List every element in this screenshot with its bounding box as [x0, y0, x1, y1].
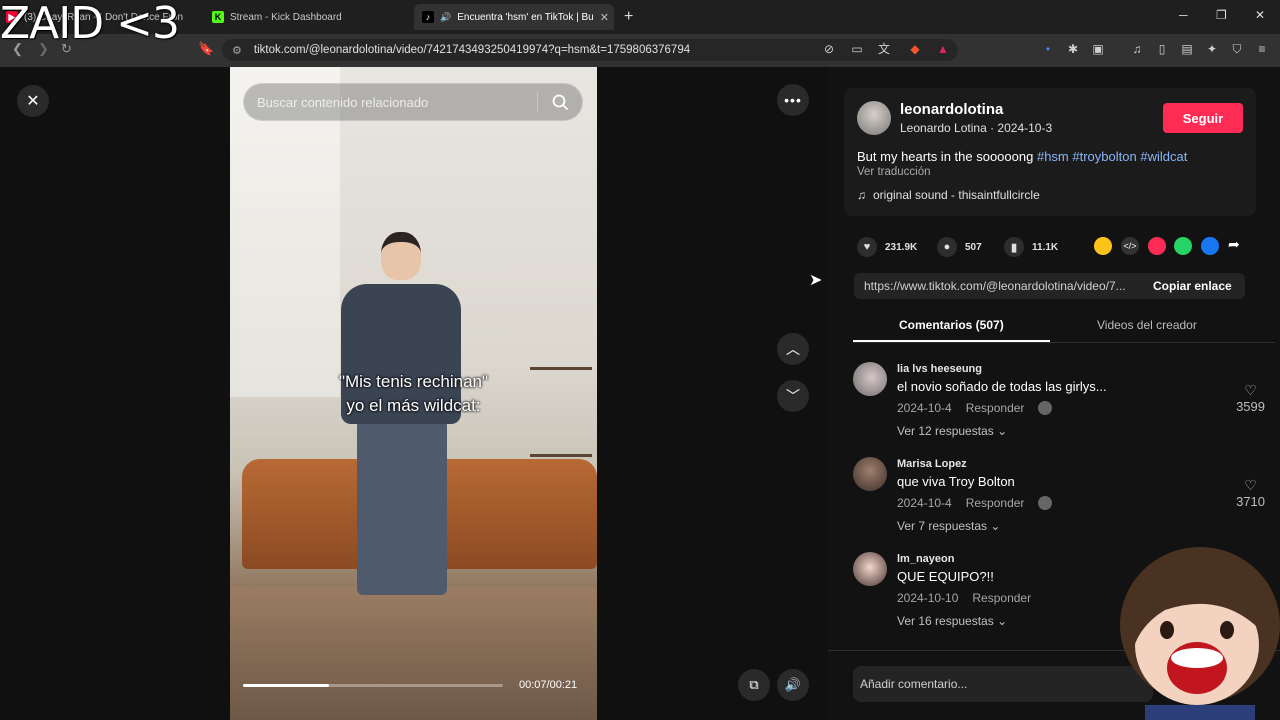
video-player[interactable]: "Mis tenis rechinan" yo el más wildcat: … — [230, 67, 597, 720]
commenter-name[interactable]: lia lvs heeseung — [897, 363, 1217, 375]
translate-icon[interactable]: 文 — [877, 42, 891, 56]
embed-icon[interactable]: </> — [1121, 237, 1139, 255]
brave-rewards-icon[interactable]: ▲ — [936, 42, 950, 56]
share-link-text[interactable]: https://www.tiktok.com/@leonardolotina/v… — [854, 279, 1139, 293]
reply-button[interactable]: Responder — [972, 591, 1031, 605]
comment-stat[interactable]: ● 507 — [937, 237, 982, 257]
pin-icon[interactable]: • — [1041, 42, 1055, 56]
creator-liked-icon — [1038, 496, 1053, 510]
follow-button[interactable]: Seguir — [1163, 103, 1243, 133]
video-progress-bar[interactable] — [243, 684, 503, 687]
creator-liked-icon — [1038, 401, 1053, 415]
post-description: But my hearts in the sooooong #hsm #troy… — [857, 149, 1188, 164]
comment-like[interactable]: ♡ 3710 — [1236, 477, 1265, 509]
video-time: 00:07/00:21 — [519, 679, 578, 691]
reply-button[interactable]: Responder — [966, 401, 1025, 415]
url-field[interactable]: ⚙ tiktok.com/@leonardolotina/video/74217… — [222, 39, 958, 61]
pip-button[interactable]: ⧉ — [738, 669, 770, 701]
hashtag-link[interactable]: #hsm — [1037, 149, 1069, 164]
tab-tiktok[interactable]: ♪ 🔊 Encuentra 'hsm' en TikTok | Bu ✕ — [414, 4, 614, 30]
comment-icon: ● — [937, 237, 957, 257]
heart-outline-icon: ♡ — [1244, 382, 1257, 398]
post-info-card: leonardolotina Leonardo Lotina · 2024-10… — [844, 88, 1256, 216]
video-stage: ✕ "Mis tenis rechinan" yo el más wildcat… — [0, 67, 828, 720]
video-caption: "Mis tenis rechinan" yo el más wildcat: — [338, 372, 489, 415]
more-options-button[interactable]: ••• — [777, 84, 809, 116]
search-icon[interactable] — [552, 94, 569, 111]
next-video-button[interactable]: ﹀ — [777, 380, 809, 412]
commenter-avatar[interactable] — [853, 362, 887, 396]
commenter-avatar[interactable] — [853, 457, 887, 491]
share-arrow-icon[interactable]: ➦ — [1228, 236, 1240, 253]
window-close-icon[interactable]: ✕ — [1255, 8, 1265, 22]
close-video-button[interactable]: ✕ — [17, 85, 49, 117]
brave-shield-icon[interactable]: ◆ — [908, 42, 922, 56]
video-frame-floor — [230, 587, 597, 720]
extensions-icon[interactable]: ✱ — [1066, 42, 1080, 56]
new-tab-button[interactable]: + — [624, 4, 633, 30]
bookmark-icon[interactable]: 🔖 — [198, 41, 214, 57]
hashtag-link[interactable]: #wildcat — [1140, 149, 1187, 164]
reply-button[interactable]: Responder — [966, 496, 1025, 510]
volume-button[interactable]: 🔊 — [777, 669, 809, 701]
address-bar-row: ⚙ tiktok.com/@leonardolotina/video/74217… — [0, 34, 1280, 67]
tab-kick[interactable]: K Stream - Kick Dashboard — [212, 4, 407, 30]
bookmark-icon: ▮ — [1004, 237, 1024, 257]
vpn-icon[interactable]: ⛉ — [1230, 42, 1244, 56]
heart-icon: ♥ — [857, 237, 877, 257]
video-progress-fill — [243, 684, 329, 687]
hashtag-link[interactable]: #troybolton — [1072, 149, 1136, 164]
tab-creator-videos[interactable]: Videos del creador — [1097, 318, 1197, 332]
view-replies-link[interactable]: Ver 12 respuestas ⌄ — [897, 424, 1217, 438]
related-search-input[interactable]: Buscar contenido relacionado — [243, 83, 583, 121]
minimize-icon[interactable]: ─ — [1179, 8, 1188, 22]
music-note-icon: ♫ — [857, 188, 866, 202]
screenshot-icon[interactable]: ▣ — [1091, 42, 1105, 56]
restore-icon[interactable]: ❐ — [1216, 8, 1227, 22]
wallet-icon[interactable]: ▤ — [1180, 42, 1194, 56]
streamer-avatar-mascot — [1120, 547, 1280, 720]
creator-meta: Leonardo Lotina · 2024-10-3 — [900, 121, 1053, 135]
camera-off-icon[interactable]: ⊘ — [822, 42, 836, 56]
cast-icon[interactable]: ▭ — [850, 42, 864, 56]
creator-username[interactable]: leonardolotina — [900, 101, 1003, 118]
leo-ai-icon[interactable]: ✦ — [1205, 42, 1219, 56]
close-tab-icon[interactable]: ✕ — [600, 11, 609, 24]
share-link-row: https://www.tiktok.com/@leonardolotina/v… — [854, 273, 1245, 299]
stream-overlay-text: ZAID <3 — [0, 0, 180, 49]
like-stat[interactable]: ♥ 231.9K — [857, 237, 917, 257]
music-icon[interactable]: ♫ — [1130, 42, 1144, 56]
translate-link[interactable]: Ver traducción — [857, 166, 931, 178]
sidebar-icon[interactable]: ▯ — [1155, 42, 1169, 56]
tab-comments[interactable]: Comentarios (507) — [899, 318, 1004, 332]
kick-icon: K — [212, 11, 224, 23]
share-friends-icon[interactable] — [1094, 237, 1112, 255]
whatsapp-icon[interactable] — [1174, 237, 1192, 255]
sound-link[interactable]: ♫ original sound - thisaintfullcircle — [857, 188, 1040, 202]
creator-avatar[interactable] — [857, 101, 891, 135]
view-replies-link[interactable]: Ver 7 respuestas ⌄ — [897, 519, 1217, 533]
menu-icon[interactable]: ≡ — [1255, 42, 1269, 56]
heart-outline-icon: ♡ — [1244, 477, 1257, 493]
commenter-name[interactable]: Marisa Lopez — [897, 458, 1217, 470]
save-stat[interactable]: ▮ 11.1K — [1004, 237, 1058, 257]
comment-text: el novio soñado de todas las girlys... — [897, 379, 1107, 394]
active-tab-indicator — [853, 340, 1050, 342]
copy-link-button[interactable]: Copiar enlace — [1139, 279, 1232, 293]
mouse-cursor-icon: ➤ — [809, 272, 823, 289]
facebook-icon[interactable] — [1201, 237, 1219, 255]
browser-tab-bar: ▶ (3) Chay, Ryan - I Don't Dance Fron K … — [0, 0, 1280, 34]
send-icon[interactable] — [1148, 237, 1166, 255]
commenter-avatar[interactable] — [853, 552, 887, 586]
comment-text: que viva Troy Bolton — [897, 474, 1015, 489]
speaker-icon: 🔊 — [440, 11, 452, 22]
site-settings-icon[interactable]: ⚙ — [232, 44, 242, 57]
comment-like[interactable]: ♡ 3599 — [1236, 382, 1265, 414]
tiktok-icon: ♪ — [422, 11, 434, 23]
panel-tabs: Comentarios (507) Videos del creador — [853, 317, 1275, 343]
previous-video-button[interactable]: ︿ — [777, 333, 809, 365]
